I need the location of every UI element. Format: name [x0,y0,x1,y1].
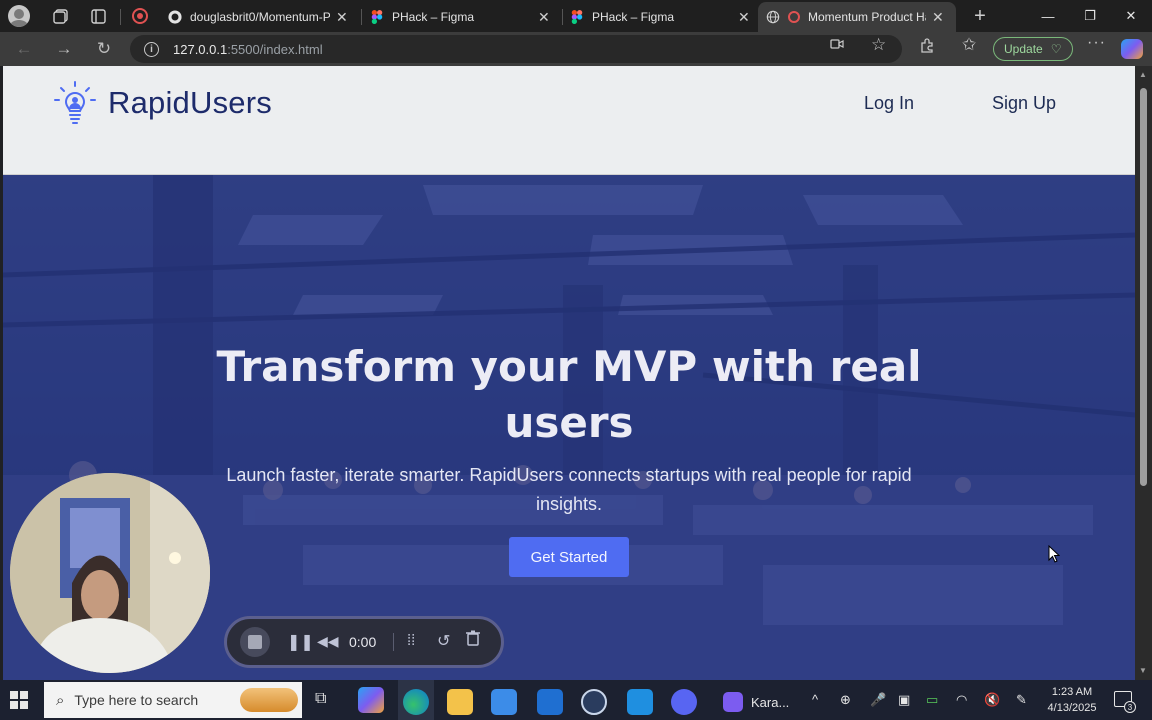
search-placeholder: Type here to search [74,692,199,708]
favorite-star-icon[interactable]: ☆ [871,35,886,55]
restore-icon[interactable]: ❐ [1069,0,1111,32]
webcam-bubble[interactable] [10,473,210,673]
recording-tab-icon[interactable] [132,8,148,24]
lightbulb-icon [54,81,96,124]
clock-date: 4/13/2025 [1047,702,1097,714]
site-logo[interactable]: RapidUsers [52,80,272,126]
taskbar-search-box[interactable]: ⌕ Type here to search [44,682,302,718]
restart-icon[interactable]: ↺ [437,631,450,651]
microphone-icon[interactable]: 🎤 [870,692,886,708]
tray-app-icon[interactable]: ⊕ [840,692,851,708]
recording-timer: 0:00 [349,634,377,650]
tab-figma-1[interactable]: PHack – Figma ✕ [362,2,562,32]
recorder-divider [393,633,394,651]
url-text[interactable]: 127.0.0.1:5500/index.html [173,42,323,57]
close-tab-icon[interactable]: ✕ [738,9,750,26]
show-hidden-icons-icon[interactable]: ^ [812,692,818,707]
scroll-thumb[interactable] [1140,88,1147,486]
copilot-icon[interactable] [1121,39,1143,59]
new-tab-icon[interactable]: + [966,2,994,30]
vertical-tabs-icon[interactable] [84,2,112,30]
brand-name: RapidUsers [108,85,272,120]
search-icon: ⌕ [56,691,65,709]
rewind-icon[interactable]: ◀◀ [317,633,339,650]
close-tab-icon[interactable]: ✕ [336,9,348,26]
address-bar[interactable]: i 127.0.0.1:5500/index.html [130,35,902,63]
close-window-icon[interactable]: ✕ [1110,0,1152,32]
login-link[interactable]: Log In [864,93,914,114]
hero-title: Transform your MVP with real users [216,342,922,447]
vscode-app-icon[interactable] [627,689,653,715]
edge-app-icon[interactable] [403,689,429,715]
get-started-button[interactable]: Get Started [509,537,629,577]
url-host: 127.0.0.1 [173,41,228,57]
tab-label: PHack – Figma [592,10,675,24]
browser-toolbar: ← → ↻ i 127.0.0.1:5500/index.html ☆ ✩ Up… [0,32,1152,66]
shield-tray-icon[interactable]: ▣ [898,692,910,708]
close-tab-icon[interactable]: ✕ [932,9,944,26]
tab-label: Momentum Product Hack [808,10,926,24]
volume-muted-icon[interactable]: 🔇 [984,692,1000,708]
reload-icon[interactable]: ↻ [90,35,118,63]
pause-icon[interactable]: ❚❚ [287,632,314,652]
tab-momentum-active[interactable]: Momentum Product Hack ✕ [758,2,956,32]
update-label: Update [1004,42,1043,56]
delete-recording-icon[interactable] [466,630,480,649]
hero-subtitle: Launch faster, iterate smarter. RapidUse… [226,465,912,514]
signup-link[interactable]: Sign Up [992,93,1056,114]
notification-count-badge: 3 [1124,701,1136,713]
figma-icon [371,10,383,24]
zoom-app-label[interactable]: Kara... [751,695,789,710]
taskbar-clock[interactable]: 1:23 AM 4/13/2025 [1042,684,1102,716]
github-icon [168,10,182,24]
pen-icon[interactable]: ✎ [1016,692,1027,708]
tab-github[interactable]: douglasbrit0/Momentum-Pro ✕ [160,2,360,32]
browser-titlebar: douglasbrit0/Momentum-Pro ✕ PHack – Figm… [0,0,1152,32]
scroll-up-icon[interactable]: ▲ [1139,70,1147,79]
mouse-cursor-icon [1048,545,1060,563]
scroll-down-icon[interactable]: ▼ [1139,666,1147,675]
profile-avatar-icon[interactable] [8,5,30,27]
more-menu-icon[interactable]: ··· [1087,34,1106,52]
file-explorer-icon[interactable] [447,689,473,715]
figma-icon [571,10,583,24]
zoom-app-icon[interactable] [723,692,743,712]
update-button[interactable]: Update ♡ [993,37,1073,61]
tab-label: PHack – Figma [392,10,475,24]
drag-handle-icon[interactable]: ⁞⁞ [407,632,415,649]
steam-app-icon[interactable] [581,689,607,715]
recording-indicator-icon [788,11,800,23]
outlook-app-icon[interactable] [537,689,563,715]
stop-recording-button[interactable] [240,627,270,657]
discord-app-icon[interactable] [671,689,697,715]
tab-label: douglasbrit0/Momentum-Pro [190,10,330,24]
forward-icon[interactable]: → [50,35,78,63]
minimize-icon[interactable]: — [1027,0,1069,32]
site-header: RapidUsers Log In Sign Up [3,66,1135,175]
extensions-icon[interactable] [919,37,935,56]
battery-icon[interactable]: ▭ [926,692,938,708]
task-view-icon[interactable]: ⧉ [315,690,326,708]
close-tab-icon[interactable]: ✕ [538,9,550,26]
stop-icon [248,635,262,649]
wifi-icon[interactable]: ◠ [956,692,967,708]
back-icon[interactable]: ← [10,35,38,63]
globe-icon [766,10,780,24]
tab-figma-2[interactable]: PHack – Figma ✕ [562,2,760,32]
search-highlight-image [240,688,298,712]
heart-pulse-icon: ♡ [1050,42,1062,56]
camera-in-use-icon[interactable] [830,37,844,53]
url-path: :5500/index.html [227,41,323,57]
copilot-app-icon[interactable] [358,687,384,713]
workspaces-icon[interactable] [46,2,74,30]
store-app-icon[interactable] [491,689,517,715]
windows-taskbar: ⌕ Type here to search ⧉ [0,680,1152,720]
screen-recorder-controls: ❚❚ ◀◀ 0:00 ⁞⁞ ↺ [224,616,504,668]
webcam-feed-image [10,473,210,673]
clock-time: 1:23 AM [1051,686,1093,698]
site-info-icon[interactable]: i [144,41,159,57]
windows-start-icon[interactable] [10,691,28,709]
favorites-icon[interactable]: ✩ [962,35,976,55]
page-scrollbar[interactable]: ▲ ▼ [1135,66,1152,680]
